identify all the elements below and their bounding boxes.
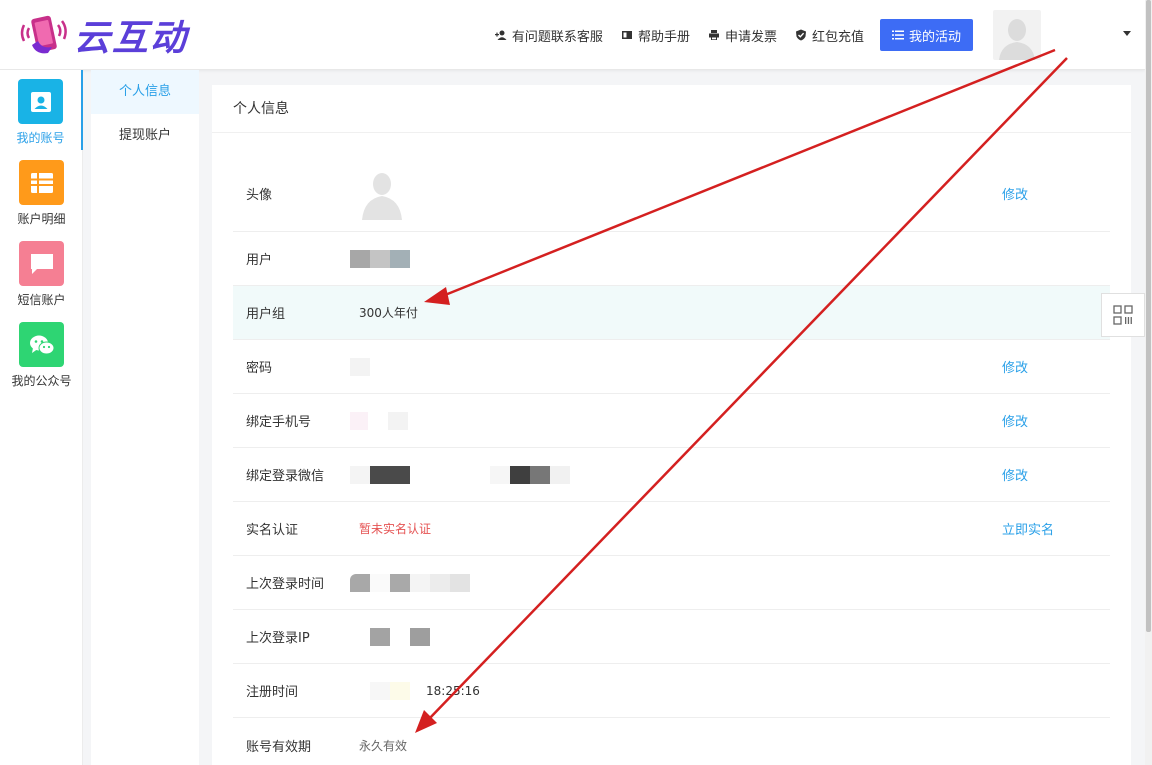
row-register-time: 注册时间 18:25:16 xyxy=(233,664,1110,718)
header-nav: 有问题联系客服 帮助手册 申请发票 红包充值 我的活动 xyxy=(477,19,973,51)
submenu-item-personal-info[interactable]: 个人信息 xyxy=(91,70,199,114)
row-label: 上次登录时间 xyxy=(246,577,325,592)
info-rows: 头像 修改 用户 用户组 300人年付 密码 修改 绑定手机号 修改 绑定登录微… xyxy=(233,155,1110,765)
account-submenu: 个人信息 提现账户 xyxy=(91,70,199,765)
redacted-phone xyxy=(350,394,408,447)
iconbar-label: 短信账户 xyxy=(17,293,66,307)
row-wechat: 绑定登录微信 修改 xyxy=(233,448,1110,502)
left-icon-bar: 我的账号 账户明细 短信账户 我的公众号 xyxy=(0,70,83,765)
edit-avatar-link[interactable]: 修改 xyxy=(1002,155,1028,231)
user-avatar[interactable] xyxy=(993,10,1041,60)
scrollbar-thumb[interactable] xyxy=(1146,0,1151,632)
edit-wechat-link[interactable]: 修改 xyxy=(1002,448,1028,501)
account-expiry-value: 永久有效 xyxy=(359,738,408,753)
iconbar-item-my-account[interactable]: 我的账号 xyxy=(0,70,83,150)
real-name-status: 暂未实名认证 xyxy=(359,522,432,536)
redacted-username xyxy=(350,232,410,285)
row-label: 头像 xyxy=(246,187,273,203)
row-phone: 绑定手机号 修改 xyxy=(233,394,1110,448)
personal-info-panel: 个人信息 头像 修改 用户 用户组 300人年付 密码 修改 绑定手机号 修改 … xyxy=(212,85,1131,765)
iconbar-label: 账户明细 xyxy=(17,212,66,226)
panel-title: 个人信息 xyxy=(212,85,1131,133)
qr-code-icon xyxy=(1113,305,1133,325)
row-real-name: 实名认证 暂未实名认证 立即实名 xyxy=(233,502,1110,556)
row-user-group: 用户组 300人年付 xyxy=(233,286,1110,340)
row-label: 绑定登录微信 xyxy=(246,469,325,484)
row-last-login-ip: 上次登录IP xyxy=(233,610,1110,664)
row-account-expiry: 账号有效期 永久有效 xyxy=(233,718,1110,765)
row-last-login-time: 上次登录时间 xyxy=(233,556,1110,610)
avatar-value xyxy=(359,155,405,231)
add-user-icon xyxy=(494,30,507,40)
printer-icon xyxy=(708,30,719,40)
account-icon xyxy=(18,79,63,124)
avatar-placeholder-icon xyxy=(999,19,1035,60)
row-password: 密码 修改 xyxy=(233,340,1110,394)
shield-check-icon xyxy=(795,29,806,41)
nav-apply-invoice[interactable]: 申请发票 xyxy=(708,26,777,45)
redacted-wechat xyxy=(350,448,570,501)
row-avatar: 头像 修改 xyxy=(233,155,1110,232)
iconbar-label: 我的账号 xyxy=(16,131,65,145)
nav-apply-invoice-label: 申请发票 xyxy=(724,29,777,45)
list-icon xyxy=(19,160,64,205)
nav-help-manual[interactable]: 帮助手册 xyxy=(621,26,690,45)
register-time-value: 18:25:16 xyxy=(370,664,480,717)
account-dropdown-caret-icon[interactable] xyxy=(1123,31,1131,36)
row-user: 用户 xyxy=(233,232,1110,286)
row-label: 绑定手机号 xyxy=(246,415,312,430)
nav-red-packet-recharge[interactable]: 红包充值 xyxy=(795,26,864,45)
row-label: 实名认证 xyxy=(246,523,299,538)
row-label: 账号有效期 xyxy=(246,739,312,755)
redacted-last-login-ip xyxy=(370,610,430,663)
nav-red-packet-recharge-label: 红包充值 xyxy=(811,29,864,45)
my-activity-button[interactable]: 我的活动 xyxy=(879,19,973,51)
row-label: 用户组 xyxy=(246,307,286,322)
qr-code-float-button[interactable] xyxy=(1101,293,1145,337)
user-group-value: 300人年付 xyxy=(359,306,418,320)
nav-customer-service[interactable]: 有问题联系客服 xyxy=(494,26,603,45)
nav-help-manual-label: 帮助手册 xyxy=(637,29,690,45)
register-time-clock: 18:25:16 xyxy=(426,683,480,698)
nav-customer-service-label: 有问题联系客服 xyxy=(511,29,603,45)
iconbar-label: 我的公众号 xyxy=(11,374,72,388)
list-icon xyxy=(891,30,904,40)
submenu-item-withdraw-account[interactable]: 提现账户 xyxy=(91,114,199,158)
my-activity-label: 我的活动 xyxy=(908,29,961,45)
row-label: 注册时间 xyxy=(246,685,299,700)
iconbar-item-account-details[interactable]: 账户明细 xyxy=(0,151,83,231)
avatar-placeholder-icon xyxy=(362,173,402,220)
wechat-icon xyxy=(19,322,64,367)
message-icon xyxy=(19,241,64,286)
phone-logo-icon xyxy=(20,15,67,54)
brand-logo[interactable]: 云互动 xyxy=(18,10,188,60)
verify-real-name-link[interactable]: 立即实名 xyxy=(1002,502,1054,555)
row-label: 密码 xyxy=(246,361,273,376)
row-label: 用户 xyxy=(246,253,273,268)
redacted-password xyxy=(350,340,370,393)
page-scrollbar[interactable] xyxy=(1145,0,1152,765)
book-icon xyxy=(621,31,632,39)
edit-phone-link[interactable]: 修改 xyxy=(1002,394,1028,447)
edit-password-link[interactable]: 修改 xyxy=(1002,340,1028,393)
brand-name: 云互动 xyxy=(74,18,189,59)
iconbar-item-official-account[interactable]: 我的公众号 xyxy=(0,313,83,393)
iconbar-item-sms-account[interactable]: 短信账户 xyxy=(0,232,83,312)
top-header: 云互动 有问题联系客服 帮助手册 申请发票 红包充值 我的活动 xyxy=(0,0,1145,70)
redacted-last-login-time xyxy=(350,556,470,609)
row-label: 上次登录IP xyxy=(246,631,310,646)
